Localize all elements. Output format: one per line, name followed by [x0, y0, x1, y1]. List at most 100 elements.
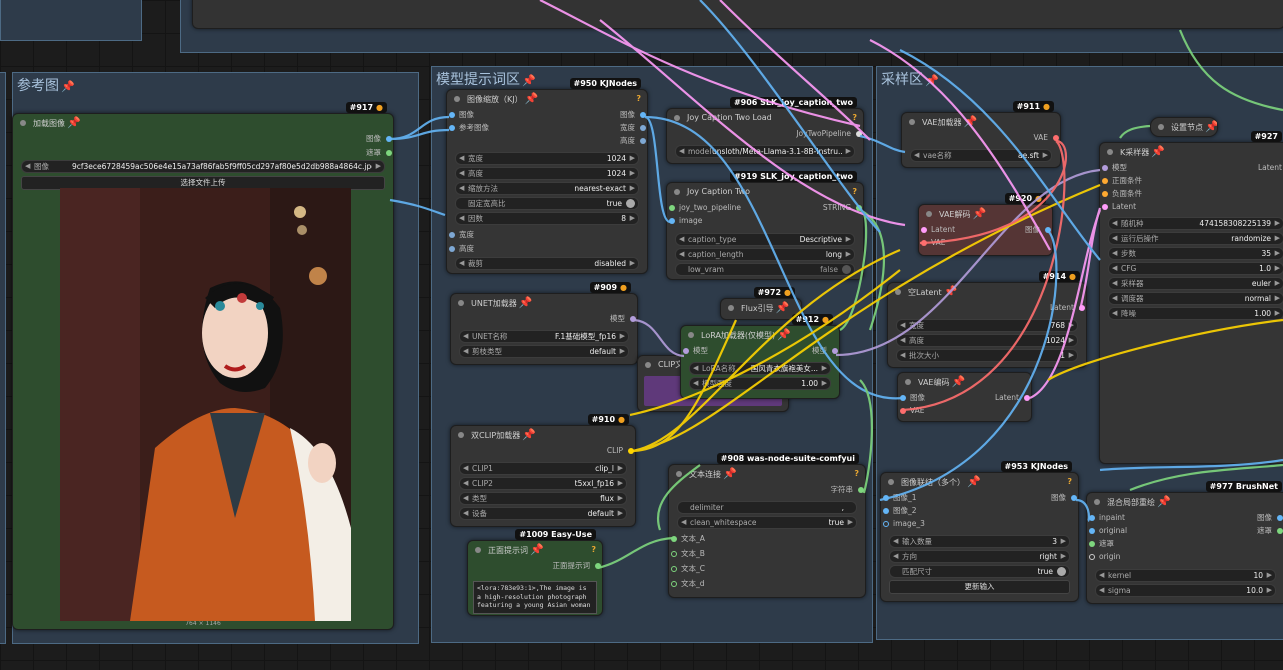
output-socket[interactable] [856, 131, 862, 137]
node-unet-loader[interactable]: #909 ● UNET加载器 📌 模型 ◀ UNET名称 F.1基础模型_fp16 ▶ ◀… [450, 282, 638, 365]
node-set[interactable]: 设置节点 📌 [1150, 117, 1218, 137]
input-socket[interactable] [921, 240, 927, 246]
model-widget[interactable]: ◀ model unsloth/Meta-Llama-3.1-8B-Instru..… [675, 145, 855, 158]
node-title[interactable]: 图像缩放（KJ） 📌? [447, 90, 647, 108]
low-vram-toggle[interactable]: low_vram false [675, 263, 855, 276]
node-vae-loader[interactable]: #911 ● VAE加载器 📌 VAE ◀ vae名称 ae.sft ▶ [901, 101, 1061, 168]
input-socket[interactable] [883, 521, 889, 527]
node-ksampler[interactable]: #927 K采样器 📌 模型 Latent 正面条件 负面条件 Latent ◀ 随机… [1099, 131, 1283, 464]
output-socket[interactable] [630, 316, 636, 322]
update-inputs-button[interactable]: 更新输入 [889, 580, 1070, 594]
input-socket[interactable] [449, 125, 455, 131]
input-socket[interactable] [669, 218, 675, 224]
denoise-widget[interactable]: ◀ 降噪 1.00 ▶ [1108, 307, 1283, 320]
node-flux-guidance[interactable]: #972 ● Flux引导 📌 [720, 287, 802, 320]
node-lora-loader[interactable]: #912 ● LoRA加载器(仅模型) 📌 模型 模型 ◀ LoRA名称 国风青衣旗袍美女… [680, 314, 840, 399]
node-empty-latent[interactable]: #914 ● 空Latent 📌 Latent ◀ 宽度 768 ▶ ◀ 高度 1024 ▶ ◀… [887, 271, 1087, 368]
sigma-widget[interactable]: ◀ sigma 10.0 ▶ [1095, 584, 1276, 597]
input-socket[interactable] [449, 112, 455, 118]
input-socket[interactable] [900, 408, 906, 414]
output-socket[interactable] [1045, 227, 1051, 233]
output-socket[interactable] [386, 136, 392, 142]
node-title[interactable]: 图像联结（多个） 📌? [881, 473, 1078, 491]
output-socket[interactable] [858, 487, 864, 493]
output-socket[interactable] [640, 125, 646, 131]
output-socket[interactable] [640, 112, 646, 118]
node-title[interactable]: 设置节点 📌 [1151, 118, 1217, 136]
input-socket[interactable] [671, 551, 677, 557]
node-text-concatenate[interactable]: #908 was-node-suite-comfyui 文本连接 📌? 字符串 d… [668, 453, 866, 598]
node-image-stitch[interactable]: #953 KJNodes 图像联结（多个） 📌? 图像_1 图像 图像_2 imag… [880, 461, 1079, 602]
output-socket[interactable] [1053, 135, 1059, 141]
help-icon[interactable]: ? [636, 90, 641, 108]
input-socket[interactable] [883, 495, 889, 501]
output-socket[interactable] [595, 563, 601, 569]
kernel-widget[interactable]: ◀ kernel 10 ▶ [1095, 569, 1276, 582]
output-socket[interactable] [1277, 528, 1283, 534]
input-socket[interactable] [1102, 191, 1108, 197]
input-socket[interactable] [1089, 554, 1095, 560]
help-icon[interactable]: ? [852, 109, 857, 127]
clip2-widget[interactable]: ◀ CLIP2 t5xxl_fp16 ▶ [459, 477, 627, 490]
upscale-method-widget[interactable]: ◀ 缩放方法 nearest-exact ▶ [455, 182, 639, 195]
input-socket[interactable] [669, 205, 675, 211]
node-joy-caption-load[interactable]: #906 SLK_joy_caption_two Joy Caption Two… [666, 97, 864, 164]
node-title[interactable]: 混合局部重绘 📌 [1087, 493, 1283, 511]
help-icon[interactable]: ? [591, 541, 596, 559]
node-title[interactable]: VAE解码 📌 [919, 205, 1052, 223]
node-title[interactable]: K采样器 📌 [1100, 143, 1283, 161]
latent-width-widget[interactable]: ◀ 宽度 768 ▶ [896, 319, 1078, 332]
input-socket[interactable] [671, 566, 677, 572]
input-socket[interactable] [1102, 204, 1108, 210]
output-socket[interactable] [856, 205, 862, 211]
node-positive-prompt[interactable]: #1009 Easy-Use 正面提示词 📌? 正面提示词 <lora:783e9… [467, 529, 603, 616]
output-socket[interactable] [1024, 395, 1030, 401]
output-socket[interactable] [628, 448, 634, 454]
node-vae-encode[interactable]: VAE编码 📌 图像 Latent VAE [897, 372, 1032, 422]
input-socket[interactable] [900, 395, 906, 401]
output-socket[interactable] [832, 348, 838, 354]
group-title[interactable]: 参考图 📌 [17, 75, 75, 95]
node-title[interactable]: 加载图像 📌 [13, 114, 393, 132]
input-socket[interactable] [1089, 515, 1095, 521]
clip1-widget[interactable]: ◀ CLIP1 clip_l ▶ [459, 462, 627, 475]
input-socket[interactable] [671, 581, 677, 587]
width-widget[interactable]: ◀ 宽度 1024 ▶ [455, 152, 639, 165]
node-title[interactable]: 正面提示词 📌? [468, 541, 602, 559]
input-socket[interactable] [1102, 178, 1108, 184]
node-title[interactable]: Joy Caption Two Load? [667, 109, 863, 127]
output-socket[interactable] [1071, 495, 1077, 501]
output-socket[interactable] [1079, 305, 1085, 311]
node-title[interactable]: Flux引导 📌 [721, 299, 801, 317]
input-socket[interactable] [683, 348, 689, 354]
caption-length-widget[interactable]: ◀ caption_length long ▶ [675, 248, 855, 261]
input-socket[interactable] [921, 227, 927, 233]
vae-name-widget[interactable]: ◀ vae名称 ae.sft ▶ [910, 149, 1052, 162]
node-brushnet-blend[interactable]: #977 BrushNet 混合局部重绘 📌 inpaint 图像 original… [1086, 481, 1283, 604]
input-socket[interactable] [449, 246, 455, 252]
node-title[interactable]: VAE编码 📌 [898, 373, 1031, 391]
node-vae-decode[interactable]: #920 ● VAE解码 📌 Latent 图像 VAE [918, 193, 1053, 256]
group-title[interactable]: 采样区 📌 [881, 69, 939, 89]
input-socket[interactable] [449, 232, 455, 238]
keep-proportion-toggle[interactable]: 固定宽高比 true [455, 197, 639, 210]
match-size-toggle[interactable]: 匹配尺寸 true [889, 565, 1070, 578]
group-title[interactable]: 模型提示词区 📌 [436, 69, 536, 89]
node-title[interactable]: VAE加载器 📌 [902, 113, 1060, 131]
crop-widget[interactable]: ◀ 裁剪 disabled ▶ [455, 257, 639, 270]
clean-whitespace-widget[interactable]: ◀ clean_whitespace true ▶ [677, 516, 857, 529]
node-title[interactable]: 空Latent 📌 [888, 283, 1086, 301]
input-socket[interactable] [1089, 528, 1095, 534]
node-title[interactable]: UNET加载器 📌 [451, 294, 637, 312]
clip-type-widget[interactable]: ◀ 类型 flux ▶ [459, 492, 627, 505]
height-widget[interactable]: ◀ 高度 1024 ▶ [455, 167, 639, 180]
prompt-textarea[interactable]: <lora:783e93:1>,The image is a high-reso… [473, 581, 597, 614]
delimiter-widget[interactable]: delimiter, [677, 501, 857, 514]
scheduler-widget[interactable]: ◀ 调度器 normal ▶ [1108, 292, 1283, 305]
input-socket[interactable] [883, 508, 889, 514]
inputcount-widget[interactable]: ◀ 输入数量 3 ▶ [889, 535, 1070, 548]
latent-height-widget[interactable]: ◀ 高度 1024 ▶ [896, 334, 1078, 347]
lora-name-widget[interactable]: ◀ LoRA名称 国风青衣旗袍美女... ▶ [689, 362, 831, 375]
sampler-widget[interactable]: ◀ 采样器 euler ▶ [1108, 277, 1283, 290]
node-title[interactable]: 双CLIP加载器 📌 [451, 426, 635, 444]
